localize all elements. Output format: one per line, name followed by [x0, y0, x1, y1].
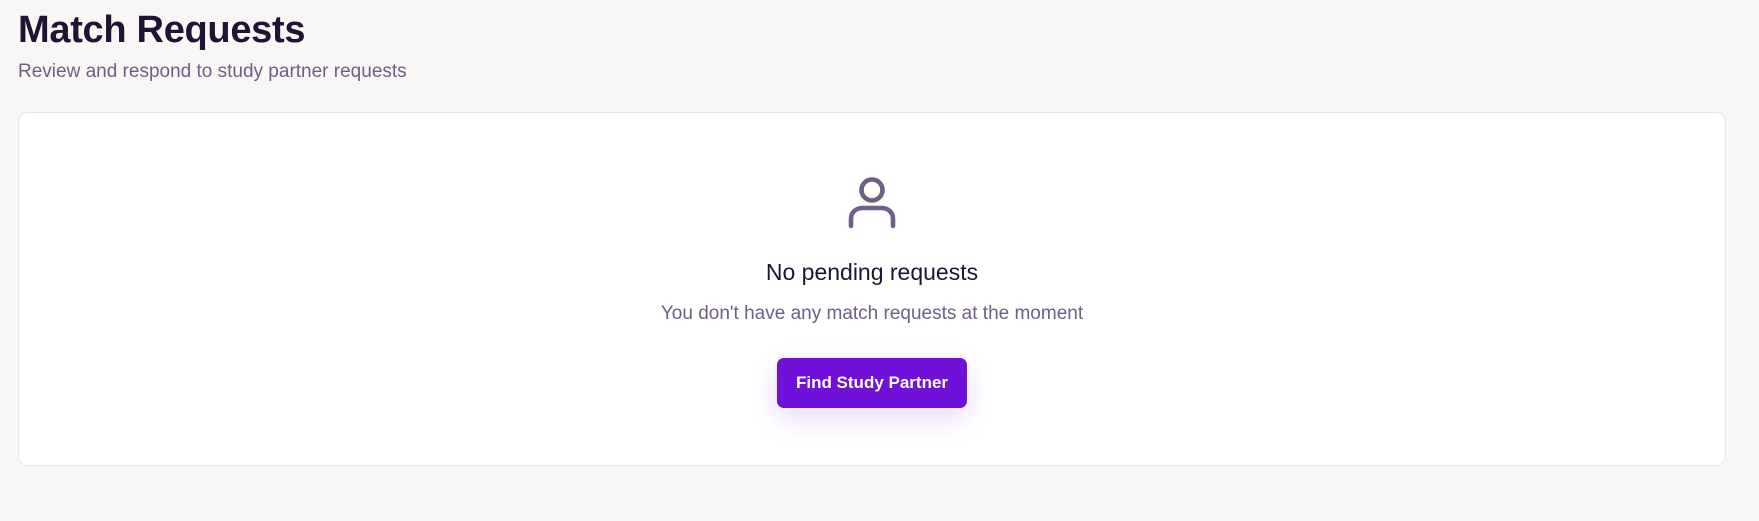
page-subtitle: Review and respond to study partner requ…	[18, 61, 407, 82]
user-icon	[848, 177, 896, 229]
empty-state-title: No pending requests	[765, 259, 979, 285]
page-header: Match Requests Review and respond to stu…	[18, 6, 407, 84]
empty-state-description: You don't have any match requests at the…	[660, 303, 1084, 324]
match-requests-card: No pending requests You don't have any m…	[18, 112, 1726, 466]
find-study-partner-button[interactable]: Find Study Partner	[776, 358, 968, 408]
empty-state: No pending requests You don't have any m…	[19, 113, 1725, 465]
page-title: Match Requests	[18, 9, 306, 51]
